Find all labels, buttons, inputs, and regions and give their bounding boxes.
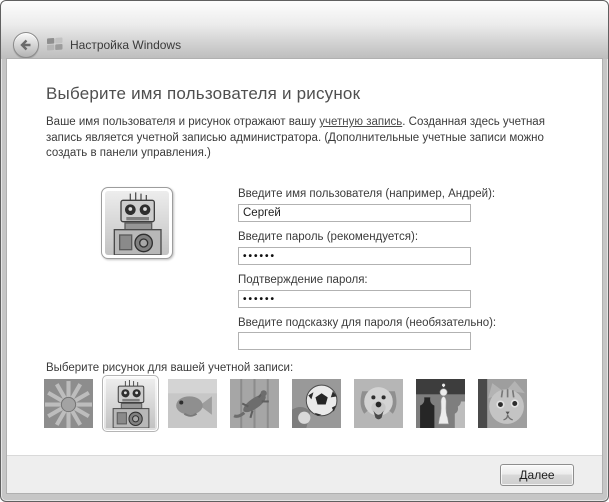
content-area: Выберите имя пользователя и рисунок Ваше…	[7, 59, 602, 493]
picture-list	[44, 379, 527, 428]
picture-thumb-lizard[interactable]	[230, 379, 279, 428]
intro-before-link: Ваше имя пользователя и рисунок отражают…	[46, 116, 319, 128]
picture-picker-label: Выберите рисунок для вашей учетной запис…	[46, 362, 293, 374]
password-hint-label: Введите подсказку для пароля (необязател…	[238, 317, 496, 329]
footer-bar: Далее	[7, 455, 602, 493]
confirm-password-input[interactable]	[238, 290, 471, 308]
username-input[interactable]	[238, 204, 471, 222]
picture-thumb-flower[interactable]	[44, 379, 93, 428]
password-label: Введите пароль (рекомендуется):	[238, 231, 418, 243]
username-label: Введите имя пользователя (например, Андр…	[238, 188, 495, 200]
intro-text: Ваше имя пользователя и рисунок отражают…	[46, 115, 572, 162]
picture-thumb-cat[interactable]	[478, 379, 527, 428]
picture-thumb-robot[interactable]	[102, 375, 159, 432]
setup-window: Настройка Windows Выберите имя пользоват…	[0, 0, 609, 502]
picture-thumb-soccer-ball[interactable]	[292, 379, 341, 428]
robot-picture	[105, 191, 169, 255]
account-link[interactable]: учетную запись	[319, 116, 402, 128]
confirm-password-label: Подтверждение пароля:	[238, 274, 368, 286]
password-input[interactable]	[238, 247, 471, 265]
password-hint-input[interactable]	[238, 332, 471, 350]
window-title: Настройка Windows	[70, 38, 181, 52]
user-picture-preview	[101, 187, 173, 259]
picture-thumb-chess[interactable]	[416, 379, 465, 428]
picture-thumb-dog[interactable]	[354, 379, 403, 428]
main-panel: Выберите имя пользователя и рисунок Ваше…	[7, 59, 602, 455]
back-icon	[18, 37, 34, 53]
windows-logo-icon	[47, 37, 63, 52]
back-button[interactable]	[13, 32, 39, 58]
titlebar: Настройка Windows	[1, 1, 608, 59]
next-button[interactable]: Далее	[500, 464, 574, 486]
page-title: Выберите имя пользователя и рисунок	[46, 84, 360, 104]
picture-thumb-fish[interactable]	[168, 379, 217, 428]
